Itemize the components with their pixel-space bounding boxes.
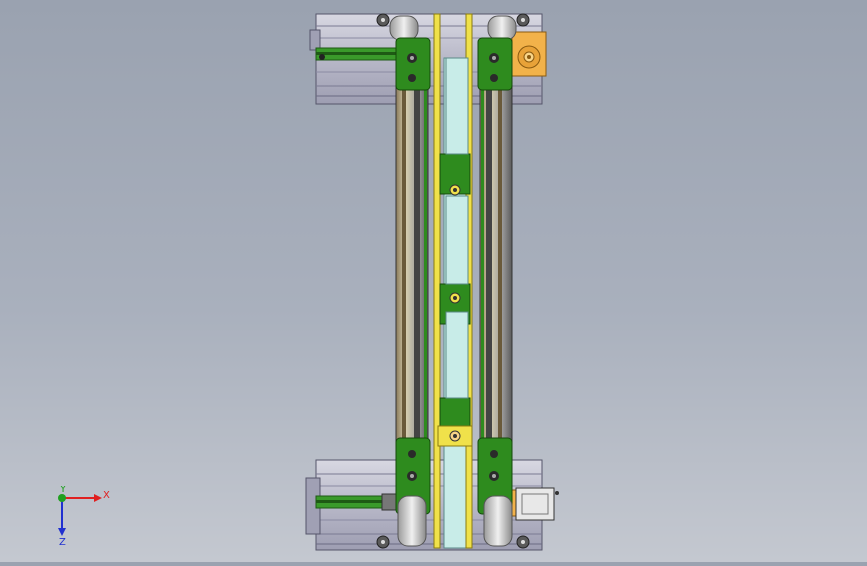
conveyor-assembly-model[interactable] xyxy=(0,0,867,562)
top-right-motor[interactable] xyxy=(511,31,547,77)
bottom-left-bracket[interactable] xyxy=(395,437,431,547)
y-axis-label: Y xyxy=(59,486,67,495)
x-axis-label: X xyxy=(103,490,110,501)
xyz-axis-triad-icon: X Z Y xyxy=(50,484,110,548)
cad-3d-viewport[interactable]: X Z Y xyxy=(0,0,867,562)
top-left-shaft[interactable] xyxy=(315,47,397,61)
center-carriers[interactable] xyxy=(437,57,473,447)
z-axis-label: Z xyxy=(59,537,66,546)
right-vertical-rail[interactable] xyxy=(479,69,513,451)
left-vertical-rail[interactable] xyxy=(395,69,429,451)
